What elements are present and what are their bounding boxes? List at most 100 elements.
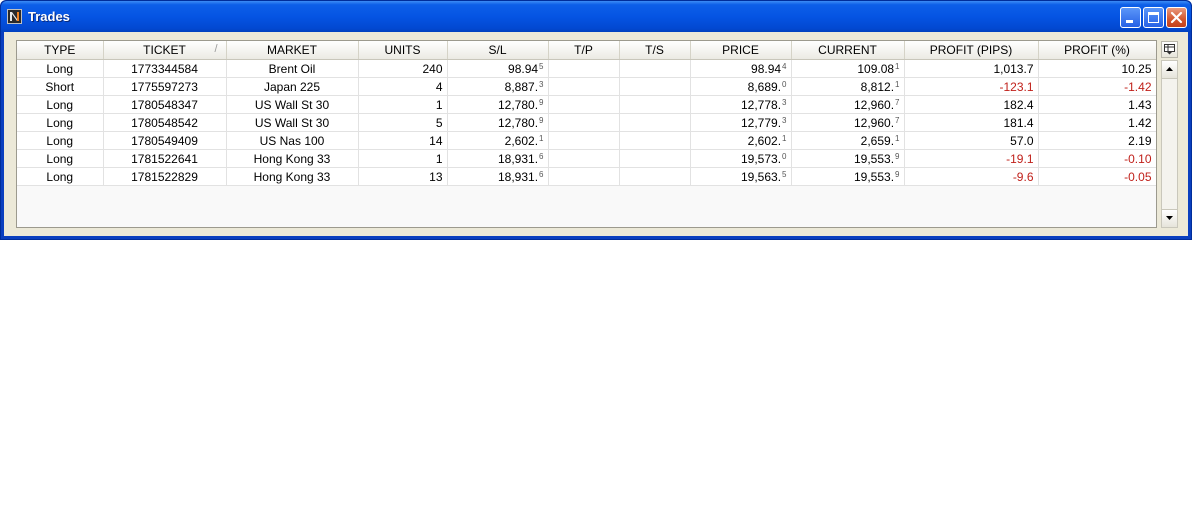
cell-units[interactable]: 1 xyxy=(358,149,448,168)
cell-price[interactable]: 19,573.0 xyxy=(690,149,792,168)
cell-current[interactable]: 2,659.1 xyxy=(791,131,905,150)
cell-tp[interactable] xyxy=(548,95,620,114)
col-header-sl[interactable]: S/L xyxy=(447,41,549,60)
cell-tp[interactable] xyxy=(548,131,620,150)
cell-ts[interactable] xyxy=(619,131,691,150)
cell-sl[interactable]: 18,931.6 xyxy=(447,149,549,168)
cell-units[interactable]: 240 xyxy=(358,59,448,78)
cell-ticket[interactable]: 1781522829 xyxy=(103,167,227,186)
cell-profit-pct[interactable]: -0.05 xyxy=(1038,167,1156,186)
cell-ts[interactable] xyxy=(619,149,691,168)
cell-profit-pct[interactable]: 1.42 xyxy=(1038,113,1156,132)
cell-profit-pct[interactable]: 10.25 xyxy=(1038,59,1156,78)
cell-profit-pips[interactable]: -9.6 xyxy=(904,167,1039,186)
table-row[interactable]: Long 1780548347 US Wall St 30 1 12,780.9 12,7… xyxy=(17,95,1156,114)
cell-tp[interactable] xyxy=(548,149,620,168)
col-header-type[interactable]: TYPE xyxy=(17,41,104,60)
cell-profit-pips[interactable]: -19.1 xyxy=(904,149,1039,168)
col-header-profit-pips[interactable]: PROFIT (PIPS) xyxy=(904,41,1039,60)
scroll-down-button[interactable] xyxy=(1162,209,1177,227)
col-header-market[interactable]: MARKET xyxy=(226,41,359,60)
cell-ts[interactable] xyxy=(619,113,691,132)
cell-ticket[interactable]: 1780549409 xyxy=(103,131,227,150)
cell-price[interactable]: 12,778.3 xyxy=(690,95,792,114)
cell-type[interactable]: Long xyxy=(17,95,104,114)
cell-ts[interactable] xyxy=(619,77,691,96)
cell-price[interactable]: 8,689.0 xyxy=(690,77,792,96)
cell-price[interactable]: 12,779.3 xyxy=(690,113,792,132)
cell-profit-pips[interactable]: 182.4 xyxy=(904,95,1039,114)
table-row[interactable]: Short 1775597273 Japan 225 4 8,887.3 8,689.0 8… xyxy=(17,77,1156,96)
cell-current[interactable]: 19,553.9 xyxy=(791,167,905,186)
cell-units[interactable]: 1 xyxy=(358,95,448,114)
cell-profit-pct[interactable]: 2.19 xyxy=(1038,131,1156,150)
table-row[interactable]: Long 1780548542 US Wall St 30 5 12,780.9 12,7… xyxy=(17,113,1156,132)
cell-units[interactable]: 13 xyxy=(358,167,448,186)
cell-profit-pips[interactable]: 57.0 xyxy=(904,131,1039,150)
cell-market[interactable]: Brent Oil xyxy=(226,59,359,78)
cell-type[interactable]: Long xyxy=(17,113,104,132)
col-header-current[interactable]: CURRENT xyxy=(791,41,905,60)
cell-market[interactable]: US Nas 100 xyxy=(226,131,359,150)
col-header-tp[interactable]: T/P xyxy=(548,41,620,60)
cell-sl[interactable]: 98.945 xyxy=(447,59,549,78)
column-chooser-button[interactable] xyxy=(1161,41,1178,58)
col-header-profit-pct[interactable]: PROFIT (%) xyxy=(1038,41,1156,60)
table-row[interactable]: Long 1780549409 US Nas 100 14 2,602.1 2,602.1… xyxy=(17,131,1156,150)
cell-ts[interactable] xyxy=(619,167,691,186)
cell-ticket[interactable]: 1781522641 xyxy=(103,149,227,168)
cell-market[interactable]: US Wall St 30 xyxy=(226,113,359,132)
cell-type[interactable]: Long xyxy=(17,131,104,150)
cell-sl[interactable]: 18,931.6 xyxy=(447,167,549,186)
cell-profit-pips[interactable]: -123.1 xyxy=(904,77,1039,96)
cell-sl[interactable]: 2,602.1 xyxy=(447,131,549,150)
cell-type[interactable]: Long xyxy=(17,59,104,78)
title-bar[interactable]: Trades xyxy=(1,1,1191,32)
vertical-scrollbar[interactable] xyxy=(1161,60,1178,228)
cell-market[interactable]: Japan 225 xyxy=(226,77,359,96)
cell-ts[interactable] xyxy=(619,95,691,114)
cell-price[interactable]: 98.944 xyxy=(690,59,792,78)
cell-tp[interactable] xyxy=(548,113,620,132)
cell-units[interactable]: 4 xyxy=(358,77,448,96)
cell-ts[interactable] xyxy=(619,59,691,78)
cell-market[interactable]: Hong Kong 33 xyxy=(226,149,359,168)
cell-sl[interactable]: 12,780.9 xyxy=(447,113,549,132)
minimize-button[interactable] xyxy=(1120,7,1141,28)
cell-ticket[interactable]: 1773344584 xyxy=(103,59,227,78)
cell-market[interactable]: US Wall St 30 xyxy=(226,95,359,114)
cell-ticket[interactable]: 1775597273 xyxy=(103,77,227,96)
cell-type[interactable]: Long xyxy=(17,149,104,168)
table-row[interactable]: Long 1781522829 Hong Kong 33 13 18,931.6 19,5… xyxy=(17,167,1156,186)
cell-current[interactable]: 109.081 xyxy=(791,59,905,78)
cell-price[interactable]: 2,602.1 xyxy=(690,131,792,150)
cell-tp[interactable] xyxy=(548,59,620,78)
cell-units[interactable]: 14 xyxy=(358,131,448,150)
cell-ticket[interactable]: 1780548542 xyxy=(103,113,227,132)
cell-price[interactable]: 19,563.5 xyxy=(690,167,792,186)
table-row[interactable]: Long 1781522641 Hong Kong 33 1 18,931.6 19,57… xyxy=(17,149,1156,168)
cell-current[interactable]: 12,960.7 xyxy=(791,95,905,114)
cell-units[interactable]: 5 xyxy=(358,113,448,132)
close-button[interactable] xyxy=(1166,7,1187,28)
cell-tp[interactable] xyxy=(548,167,620,186)
ninja-logo-icon[interactable] xyxy=(7,9,22,24)
cell-ticket[interactable]: 1780548347 xyxy=(103,95,227,114)
cell-type[interactable]: Long xyxy=(17,167,104,186)
cell-profit-pct[interactable]: 1.43 xyxy=(1038,95,1156,114)
col-header-units[interactable]: UNITS xyxy=(358,41,448,60)
cell-profit-pct[interactable]: -1.42 xyxy=(1038,77,1156,96)
maximize-button[interactable] xyxy=(1143,7,1164,28)
cell-sl[interactable]: 12,780.9 xyxy=(447,95,549,114)
col-header-price[interactable]: PRICE xyxy=(690,41,792,60)
cell-current[interactable]: 8,812.1 xyxy=(791,77,905,96)
cell-current[interactable]: 12,960.7 xyxy=(791,113,905,132)
cell-type[interactable]: Short xyxy=(17,77,104,96)
cell-profit-pct[interactable]: -0.10 xyxy=(1038,149,1156,168)
cell-sl[interactable]: 8,887.3 xyxy=(447,77,549,96)
cell-market[interactable]: Hong Kong 33 xyxy=(226,167,359,186)
scroll-up-button[interactable] xyxy=(1162,61,1177,79)
table-row[interactable]: Long 1773344584 Brent Oil 240 98.945 98.944 10… xyxy=(17,59,1156,78)
cell-profit-pips[interactable]: 181.4 xyxy=(904,113,1039,132)
cell-profit-pips[interactable]: 1,013.7 xyxy=(904,59,1039,78)
